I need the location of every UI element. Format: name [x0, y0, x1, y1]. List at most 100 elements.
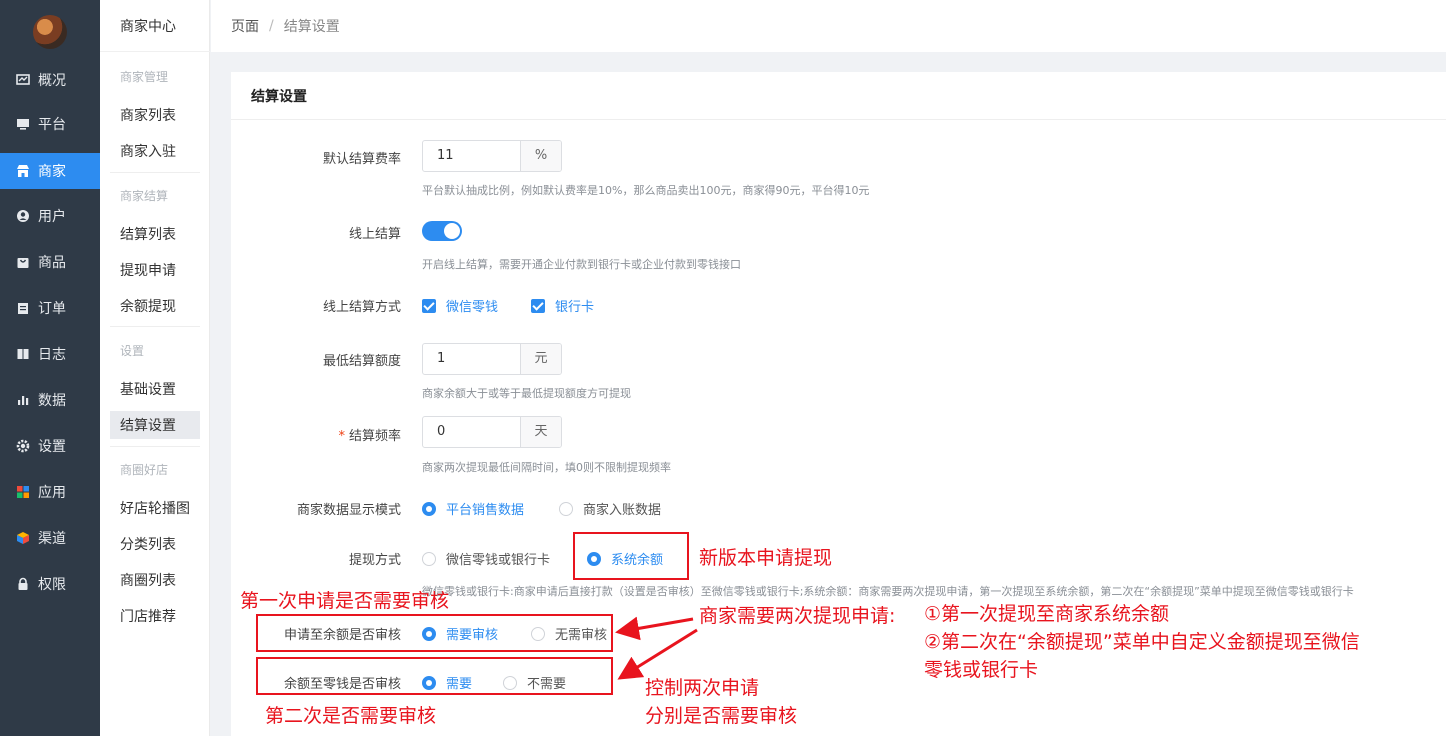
- annotation-box-first-review: [256, 614, 613, 652]
- checkbox-checked-icon: [422, 298, 436, 313]
- frequency-help: 商家两次提现最低间隔时间，填0则不限制提现频率: [422, 461, 671, 474]
- min-amount-label: 最低结算额度: [322, 354, 401, 369]
- radio-unchecked-icon: [559, 501, 573, 516]
- main-nav-rail: 概况 平台 商家 用户 商品 订单 日志 数据 设置 应用 渠道 权限: [0, 0, 100, 736]
- rate-input[interactable]: 11: [423, 141, 521, 171]
- annotation-control-a: 控制两次申请: [645, 677, 760, 699]
- frequency-input[interactable]: 0: [423, 417, 521, 447]
- submenu-divider: [110, 326, 200, 327]
- breadcrumb-root[interactable]: 页面: [231, 16, 259, 36]
- option-label: 商家入账数据: [583, 503, 662, 518]
- submenu-group-title: 商家管理: [120, 70, 169, 84]
- display-mode-merchant-radio[interactable]: 商家入账数据: [559, 499, 661, 518]
- submenu-item-district-list[interactable]: 商圈列表: [110, 566, 200, 594]
- submenu-item-merchant-list[interactable]: 商家列表: [110, 101, 200, 129]
- nav-item-order[interactable]: 订单: [0, 290, 100, 326]
- nav-item-label: 商品: [38, 255, 66, 271]
- breadcrumb-current: 结算设置: [283, 19, 340, 35]
- nav-item-merchant[interactable]: 商家: [0, 153, 100, 189]
- online-label: 线上结算: [348, 227, 401, 242]
- card-title: 结算设置: [231, 72, 1446, 120]
- book-icon: [16, 347, 30, 361]
- nav-item-user[interactable]: 用户: [0, 198, 100, 234]
- annotation-control-b: 分别是否需要审核: [645, 705, 798, 727]
- option-label: 微信零钱或银行卡: [446, 553, 551, 568]
- nav-item-overview[interactable]: 概况: [0, 62, 100, 98]
- submenu-divider: [110, 172, 200, 173]
- submenu-title: 商家中心: [100, 0, 210, 52]
- withdraw-wechat-bank-radio[interactable]: 微信零钱或银行卡: [422, 549, 550, 568]
- submenu-item-withdraw-apply[interactable]: 提现申请: [110, 256, 200, 284]
- method-bankcard-checkbox[interactable]: 银行卡: [531, 296, 594, 315]
- display-mode-platform-radio[interactable]: 平台销售数据: [422, 499, 524, 518]
- gear-icon: [16, 439, 30, 453]
- rate-input-group: 11 %: [422, 140, 562, 172]
- submenu-item-category-list[interactable]: 分类列表: [110, 530, 200, 558]
- lock-icon: [16, 577, 30, 591]
- submenu-group-title: 设置: [120, 344, 145, 358]
- annotation-second-review: 第二次是否需要审核: [265, 705, 437, 727]
- nav-item-label: 数据: [38, 393, 66, 409]
- option-label: 微信零钱: [446, 300, 499, 315]
- app-logo-avatar[interactable]: [33, 15, 67, 49]
- required-mark: *: [338, 429, 345, 444]
- annotation-new-version: 新版本申请提现: [699, 547, 833, 569]
- breadcrumb: 页面 / 结算设置: [211, 0, 1446, 52]
- online-settlement-switch[interactable]: [422, 221, 462, 241]
- nav-item-label: 订单: [38, 301, 66, 317]
- clipboard-icon: [16, 301, 30, 315]
- annotation-two-step-2a: ②第二次在“余额提现”菜单中自定义金额提现至微信: [924, 631, 1360, 653]
- nav-item-permission[interactable]: 权限: [0, 566, 100, 602]
- annotation-two-step-1: ①第一次提现至商家系统余额: [924, 603, 1170, 625]
- min-amount-input-group: 1 元: [422, 343, 562, 375]
- checkbox-checked-icon: [531, 298, 545, 313]
- nav-item-label: 设置: [38, 439, 66, 455]
- submenu-item-settlement-settings[interactable]: 结算设置: [110, 411, 200, 439]
- nav-item-settings[interactable]: 设置: [0, 428, 100, 464]
- submenu-item-store-recommend[interactable]: 门店推荐: [110, 602, 200, 630]
- nav-item-label: 用户: [38, 209, 66, 225]
- rate-unit: %: [521, 141, 561, 171]
- annotation-box-system-balance: [573, 532, 689, 580]
- online-method-label: 线上结算方式: [322, 300, 401, 315]
- nav-item-label: 应用: [38, 485, 66, 501]
- secondary-menu: 商家中心 商家管理 商家列表 商家入驻 商家结算 结算列表 提现申请 余额提现 …: [100, 0, 210, 736]
- nav-item-log[interactable]: 日志: [0, 336, 100, 372]
- min-amount-input[interactable]: 1: [423, 344, 521, 374]
- rate-label: 默认结算费率: [322, 152, 401, 167]
- submenu-group-title: 商圈好店: [120, 463, 169, 477]
- submenu-item-basic-settings[interactable]: 基础设置: [110, 375, 200, 403]
- bag-icon: [16, 255, 30, 269]
- nav-item-goods[interactable]: 商品: [0, 244, 100, 280]
- annotation-first-review: 第一次申请是否需要审核: [240, 590, 450, 612]
- user-icon: [16, 209, 30, 223]
- submenu-item-shop-carousel[interactable]: 好店轮播图: [110, 494, 200, 522]
- nav-item-platform[interactable]: 平台: [0, 106, 100, 142]
- nav-item-data[interactable]: 数据: [0, 382, 100, 418]
- submenu-item-settlement-list[interactable]: 结算列表: [110, 220, 200, 248]
- method-wechat-checkbox[interactable]: 微信零钱: [422, 296, 498, 315]
- bar-chart-icon: [16, 393, 30, 407]
- option-label: 银行卡: [555, 300, 595, 315]
- rate-help: 平台默认抽成比例，例如默认费率是10%，那么商品卖出100元，商家得90元，平台…: [422, 184, 870, 197]
- submenu-divider: [110, 446, 200, 447]
- nav-item-label: 商家: [38, 164, 66, 180]
- nav-item-channel[interactable]: 渠道: [0, 520, 100, 556]
- submenu-item-balance-withdraw[interactable]: 余额提现: [110, 292, 200, 320]
- cube-icon: [16, 531, 30, 545]
- nav-item-label: 权限: [38, 577, 66, 593]
- apps-grid-icon: [16, 485, 30, 499]
- annotation-two-step-title: 商家需要两次提现申请:: [699, 605, 896, 627]
- online-help: 开启线上结算，需要开通企业付款到银行卡或企业付款到零钱接口: [422, 258, 741, 271]
- display-mode-label: 商家数据显示模式: [296, 503, 401, 518]
- withdraw-method-label: 提现方式: [348, 553, 401, 568]
- annotation-two-step-2b: 零钱或银行卡: [924, 659, 1039, 681]
- nav-item-apps[interactable]: 应用: [0, 474, 100, 510]
- submenu-item-merchant-join[interactable]: 商家入驻: [110, 137, 200, 165]
- monitor-icon: [16, 117, 30, 131]
- nav-item-label: 渠道: [38, 531, 66, 547]
- nav-item-label: 平台: [38, 117, 66, 133]
- min-amount-unit: 元: [521, 344, 561, 374]
- submenu-group-title: 商家结算: [120, 189, 169, 203]
- annotation-box-second-review: [256, 657, 613, 695]
